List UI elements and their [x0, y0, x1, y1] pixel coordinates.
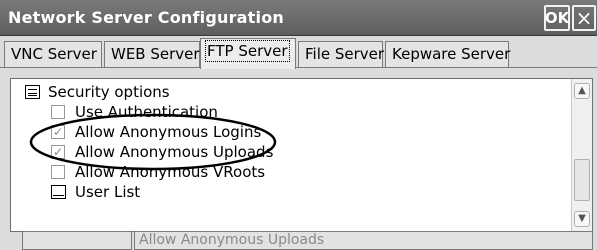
option-label: Use Authentication — [75, 103, 218, 121]
option-label: Allow Anonymous Logins — [75, 123, 262, 141]
option-use-authentication[interactable]: Use Authentication — [11, 102, 571, 122]
tree-group-label: Security options — [48, 83, 170, 101]
options-tree: Security options Use Authentication ✓ Al… — [10, 78, 593, 232]
tab-ftp-server[interactable]: FTP Server — [200, 38, 296, 69]
option-allow-anonymous-uploads[interactable]: ✓ Allow Anonymous Uploads — [11, 142, 571, 162]
title-bar: Network Server Configuration OK × — [0, 0, 597, 36]
checkbox-allow-anonymous-logins[interactable]: ✓ — [51, 125, 65, 139]
tab-label: WEB Server — [111, 45, 200, 63]
tab-label: File Server — [305, 45, 385, 63]
tab-vnc-server[interactable]: VNC Server — [4, 41, 102, 67]
check-icon: ✓ — [52, 145, 64, 159]
scroll-down-button[interactable]: ▼ — [574, 211, 590, 227]
scroll-up-button[interactable]: ▲ — [574, 83, 590, 99]
option-allow-anonymous-logins[interactable]: ✓ Allow Anonymous Logins — [11, 122, 571, 142]
close-button[interactable]: × — [572, 5, 596, 31]
chevron-down-icon: ▼ — [578, 213, 586, 224]
tab-label: Kepware Server — [392, 45, 511, 63]
window-title: Network Server Configuration — [8, 8, 284, 27]
option-allow-anonymous-vroots[interactable]: Allow Anonymous VRoots — [11, 162, 571, 182]
tree-group-security-options[interactable]: Security options — [11, 82, 571, 102]
check-icon: ✓ — [52, 125, 64, 139]
checkbox-allow-anonymous-uploads[interactable]: ✓ — [51, 145, 65, 159]
user-list-icon — [51, 185, 66, 199]
vertical-scrollbar[interactable]: ▲ ▼ — [571, 79, 592, 231]
close-icon: × — [575, 6, 593, 30]
status-field-selected-item: Allow Anonymous Uploads — [134, 231, 593, 250]
tab-strip: VNC Server WEB Server FTP Server File Se… — [0, 36, 597, 70]
tab-label: FTP Server — [205, 40, 290, 62]
scrollbar-thumb[interactable] — [574, 159, 590, 201]
tab-kepware-server[interactable]: Kepware Server — [385, 41, 511, 67]
security-options-icon — [25, 85, 40, 99]
tab-file-server[interactable]: File Server — [298, 41, 385, 67]
tab-label: VNC Server — [11, 45, 97, 63]
tree-item-user-list[interactable]: User List — [11, 182, 571, 202]
status-field-left — [22, 231, 132, 250]
checkbox-use-authentication[interactable] — [51, 105, 65, 119]
tab-divider — [0, 67, 597, 68]
option-label: Allow Anonymous Uploads — [75, 143, 274, 161]
option-label: Allow Anonymous VRoots — [75, 163, 266, 181]
ok-button[interactable]: OK — [544, 5, 570, 31]
tab-web-server[interactable]: WEB Server — [104, 41, 200, 67]
tree-item-label: User List — [75, 183, 141, 201]
chevron-up-icon: ▲ — [578, 85, 586, 96]
checkbox-allow-anonymous-vroots[interactable] — [51, 165, 65, 179]
